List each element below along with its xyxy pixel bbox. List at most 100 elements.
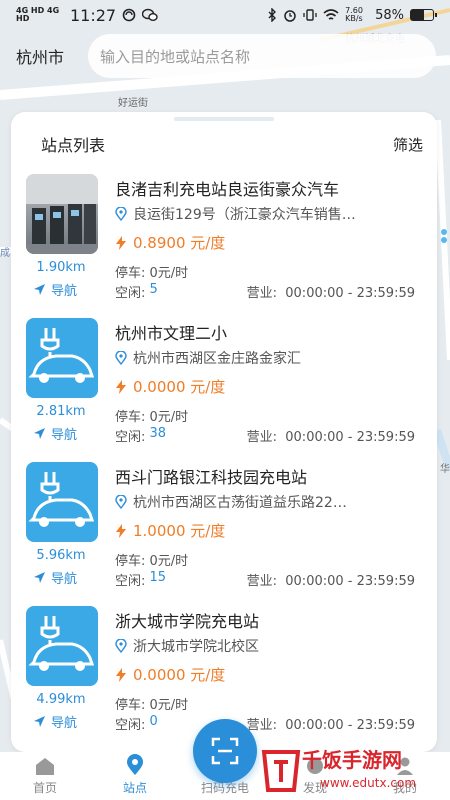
sheet-title: 站点列表 [41,136,106,155]
ev-charging-icon [26,606,98,686]
navigate-button[interactable]: 导航 [33,712,77,731]
free-label: 空闲: [115,718,146,733]
navigate-label: 导航 [51,428,78,443]
station-list: 1.90km 导航 良渚吉利充电站良运街豪众汽车 良运街129号（浙江豪众汽车销… [11,170,437,746]
station-distance: 5.96km [36,548,86,563]
free-count: 5 [149,282,158,297]
search-placeholder: 输入目的地或站点名称 [100,47,251,66]
navigate-label: 导航 [51,284,78,299]
search-input[interactable]: 输入目的地或站点名称 [88,34,436,78]
status-row: 空闲: 38 营业: 00:00:00 - 23:59:59 [115,426,415,445]
battery-icon [410,9,437,21]
app-notification-icon [122,8,136,22]
free-label: 空闲: [115,430,146,445]
free-count: 0 [149,714,158,729]
parking-row: 停车: 0元/时 [115,262,188,281]
status-row: 空闲: 5 营业: 00:00:00 - 23:59:59 [115,282,415,301]
navigate-button[interactable]: 导航 [33,280,77,299]
station-item[interactable]: 1.90km 导航 良渚吉利充电站良运街豪众汽车 良运街129号（浙江豪众汽车销… [11,170,437,314]
map-road-label: 好运街 [118,98,148,109]
scan-icon [211,737,239,765]
station-name: 良渚吉利充电站良运街豪众汽车 [115,180,340,199]
tab-home[interactable]: 首页 [0,752,90,800]
filter-button[interactable]: 筛选 [393,134,423,155]
address-text: 杭州市西湖区金庄路金家汇 [133,351,301,367]
navigate-arrow-icon [34,284,45,295]
station-name: 杭州市文理二小 [115,324,228,343]
status-row: 空闲: 15 营业: 00:00:00 - 23:59:59 [115,570,415,589]
lightning-icon [116,667,126,682]
watermark-title: 千饭手游网 [302,748,402,772]
price-text: 0.0000 元/度 [133,378,226,396]
wechat-icon [142,8,158,21]
free-count: 15 [149,570,167,585]
bluetooth-icon [268,8,277,22]
navigate-label: 导航 [51,716,78,731]
station-price: 1.0000 元/度 [115,520,225,541]
alarm-icon [284,10,296,22]
top-bar: 杭州市 输入目的地或站点名称 [0,32,450,80]
location-pin-icon [115,639,127,653]
lightning-icon [116,235,126,250]
price-text: 0.8900 元/度 [133,234,226,252]
free-label: 空闲: [115,286,146,301]
parking-row: 停车: 0元/时 [115,550,188,569]
station-address: 杭州市西湖区金庄路金家汇 [115,348,425,368]
navigate-label: 导航 [51,572,78,587]
network-speed: 7.60 KB/s [345,6,363,23]
station-list-sheet: 站点列表 筛选 1.90km 导航 良渚吉利充电站良运街豪众汽车 良运街129号… [11,112,437,752]
station-address: 杭州市西湖区古荡街道益乐路22… [115,492,425,512]
parking-label: 停车: [115,698,146,713]
watermark-emblem-icon [261,750,301,792]
parking-fee: 0元/时 [149,554,189,569]
business-hours: 00:00:00 - 23:59:59 [285,430,415,445]
business-hours: 00:00:00 - 23:59:59 [285,718,415,733]
station-address: 浙大城市学院北校区 [115,636,425,656]
ev-charging-icon [26,462,98,542]
price-text: 1.0000 元/度 [133,522,226,540]
parking-label: 停车: [115,554,146,569]
address-text: 杭州市西湖区古荡街道益乐路22… [133,495,347,511]
location-pin-icon [115,351,127,365]
navigate-button[interactable]: 导航 [33,424,77,443]
station-item[interactable]: 2.81km 导航 杭州市文理二小 杭州市西湖区金庄路金家汇 0.0000 元/… [11,314,437,458]
tab-stations[interactable]: 站点 [90,752,180,800]
business-hours: 00:00:00 - 23:59:59 [285,286,415,301]
map-place-label: 华 [440,464,450,475]
free-count: 38 [149,426,167,441]
parking-label: 停车: [115,266,146,281]
parking-fee: 0元/时 [149,410,189,425]
station-distance: 4.99km [36,692,86,707]
map-place-label: 成 [0,248,10,259]
station-price: 0.8900 元/度 [115,232,225,253]
station-name: 浙大城市学院充电站 [115,612,260,631]
battery-percent: 58% [375,7,404,23]
scan-charge-button[interactable] [193,719,257,783]
station-item[interactable]: 5.96km 导航 西斗门路银江科技园充电站 杭州市西湖区古荡街道益乐路22… … [11,458,437,602]
business-label: 营业: [246,718,277,733]
location-pin-icon [115,495,127,509]
watermark-logo: 千饭手游网 www.edutx.com [258,742,450,800]
city-selector[interactable]: 杭州市 [16,44,80,68]
tab-stations-label: 站点 [122,781,147,795]
business-label: 营业: [246,286,277,301]
navigate-arrow-icon [34,716,45,727]
drag-handle[interactable] [174,117,274,121]
lightning-icon [116,379,126,394]
location-pin-icon [127,754,143,775]
station-distance: 1.90km [36,260,86,275]
lightning-icon [116,523,126,538]
business-label: 营业: [246,430,277,445]
tab-home-label: 首页 [32,781,57,795]
watermark-url: www.edutx.com [320,776,417,790]
station-photo [26,174,98,254]
navigate-arrow-icon [34,428,45,439]
status-bar: 4G HD 4G HD 11:27 7.60 KB/s 58% [0,0,450,30]
sheet-header: 站点列表 筛选 [11,130,437,158]
navigate-button[interactable]: 导航 [33,568,77,587]
network-indicator: 4G HD 4G HD [16,6,60,23]
free-label: 空闲: [115,574,146,589]
wifi-icon [323,9,339,20]
status-time: 11:27 [70,5,117,25]
parking-row: 停车: 0元/时 [115,694,188,713]
